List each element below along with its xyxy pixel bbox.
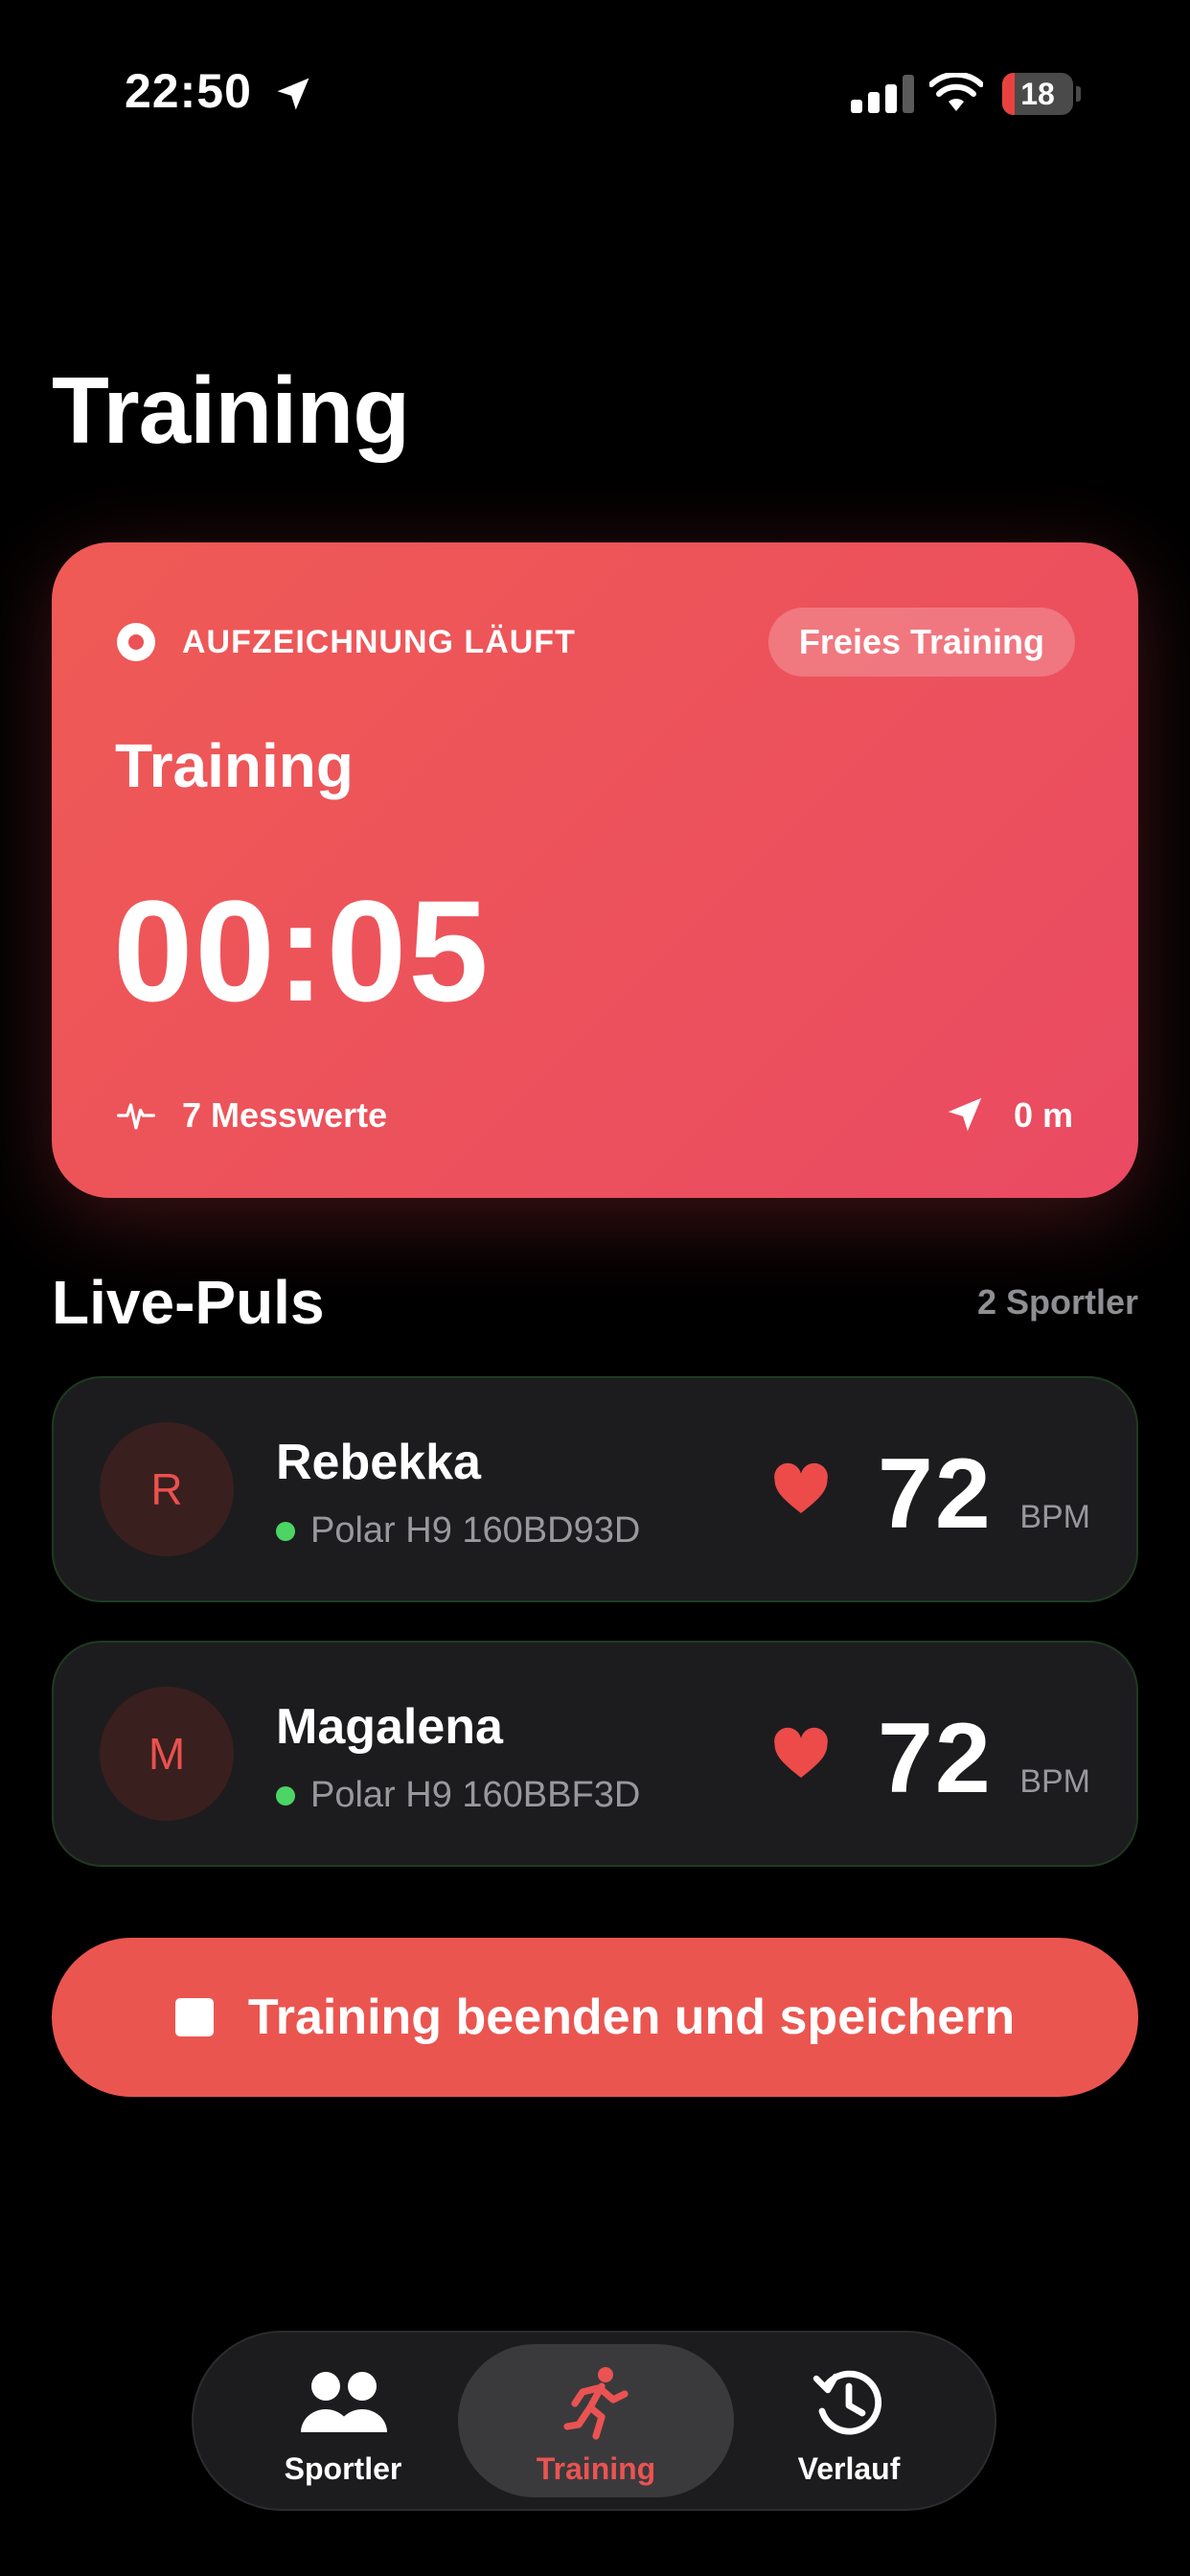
heart-rate-unit: BPM xyxy=(1019,1763,1090,1800)
cellular-signal-icon xyxy=(851,75,914,113)
battery-indicator: 18 xyxy=(1002,73,1081,115)
tab-verlauf[interactable]: Verlauf xyxy=(711,2344,987,2497)
athlete-row[interactable]: M Magalena Polar H9 160BBF3D 72 BPM xyxy=(52,1641,1138,1867)
tab-label: Sportler xyxy=(284,2451,402,2486)
athlete-count: 2 Sportler xyxy=(976,1282,1138,1322)
heart-rate-unit: BPM xyxy=(1019,1499,1090,1535)
session-title: Training xyxy=(115,731,354,800)
heart-icon xyxy=(774,1727,828,1778)
people-icon xyxy=(301,2372,387,2432)
training-mode-badge[interactable]: Freies Training xyxy=(767,608,1075,677)
elapsed-timer: 00:05 xyxy=(113,870,491,1031)
tab-label: Verlauf xyxy=(797,2451,901,2486)
battery-level: 18 xyxy=(1020,77,1055,111)
distance-value: 0 m xyxy=(1013,1095,1073,1135)
wifi-icon xyxy=(929,73,983,111)
avatar: M xyxy=(100,1687,234,1821)
history-icon xyxy=(812,2370,882,2435)
page-title: Training xyxy=(52,357,410,463)
stop-icon xyxy=(174,1998,214,2036)
live-pulse-title: Live-Puls xyxy=(52,1268,325,1337)
measurement-count: 7 Messwerte xyxy=(182,1095,388,1135)
tab-label: Training xyxy=(536,2451,656,2486)
avatar: R xyxy=(100,1422,234,1556)
navigation-arrow-icon xyxy=(948,1097,982,1132)
recording-status: AUFZEICHNUNG LÄUFT xyxy=(182,624,576,660)
sensor-name: Polar H9 160BD93D xyxy=(310,1510,641,1551)
running-icon xyxy=(563,2367,629,2440)
tab-training[interactable]: Training xyxy=(458,2344,734,2497)
connection-status-dot xyxy=(276,1786,295,1806)
athlete-name: Rebekka xyxy=(276,1435,481,1490)
connection-status-dot xyxy=(276,1522,295,1541)
location-arrow-icon xyxy=(277,78,309,110)
stop-button-label: Training beenden und speichern xyxy=(247,1990,1016,2045)
tab-sportler[interactable]: Sportler xyxy=(205,2344,481,2497)
recording-card: AUFZEICHNUNG LÄUFT Freies Training Train… xyxy=(52,542,1138,1198)
athlete-row[interactable]: R Rebekka Polar H9 160BD93D 72 BPM xyxy=(52,1376,1138,1602)
tab-bar: Sportler Training Verlauf xyxy=(192,2331,996,2511)
record-icon xyxy=(117,623,155,661)
heart-rate-value: 72 xyxy=(878,1703,993,1814)
athlete-name: Magalena xyxy=(276,1699,503,1755)
sensor-name: Polar H9 160BBF3D xyxy=(310,1775,641,1815)
heart-rate-value: 72 xyxy=(878,1438,993,1550)
stop-and-save-button[interactable]: Training beenden und speichern xyxy=(52,1938,1138,2097)
waveform-icon xyxy=(117,1103,155,1130)
status-time: 22:50 xyxy=(125,64,252,118)
heart-icon xyxy=(774,1462,828,1513)
